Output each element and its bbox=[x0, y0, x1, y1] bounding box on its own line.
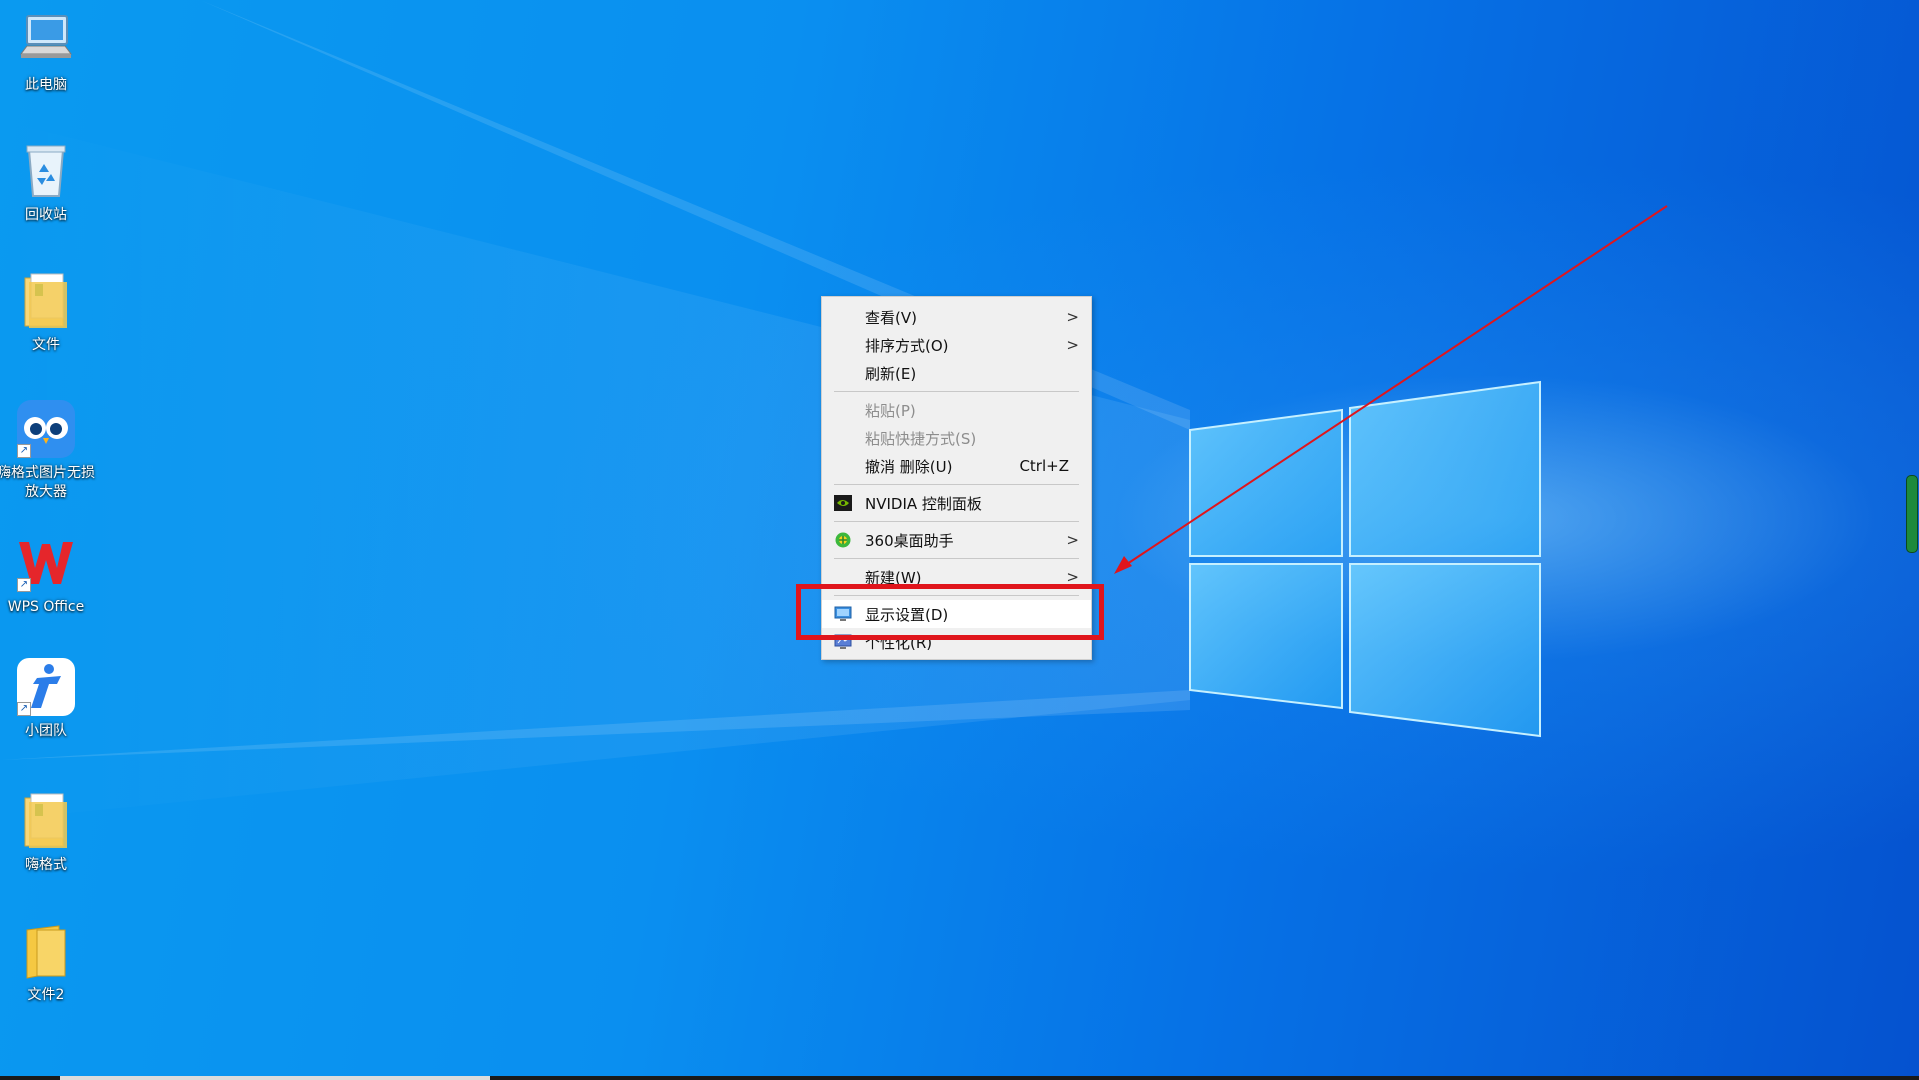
shortcut-arrow-icon: ↗ bbox=[17, 702, 31, 716]
desktop-icon-label: 文件 bbox=[32, 337, 60, 353]
menu-item-label: 360桌面助手 bbox=[865, 531, 954, 550]
menu-item-label: 撤消 删除(U) bbox=[865, 457, 953, 476]
menu-item-label: 粘贴快捷方式(S) bbox=[865, 429, 977, 448]
desktop-icon-label: 嗨格式图片无损放大器 bbox=[0, 465, 95, 500]
menu-item-sort[interactable]: 排序方式(O) > bbox=[822, 331, 1091, 359]
folder-icon bbox=[15, 790, 77, 852]
menu-item-nvidia-control-panel[interactable]: NVIDIA 控制面板 bbox=[822, 489, 1091, 517]
menu-item-paste[interactable]: 粘贴(P) bbox=[822, 396, 1091, 424]
360-icon bbox=[834, 532, 852, 548]
desktop-icon-folder-wenjian[interactable]: 文件 bbox=[0, 270, 92, 355]
shortcut-arrow-icon: ↗ bbox=[17, 578, 31, 592]
menu-item-view[interactable]: 查看(V) > bbox=[822, 303, 1091, 331]
wps-office-icon: ↗ bbox=[15, 532, 77, 594]
desktop-icon-wps-office[interactable]: ↗ WPS Office bbox=[0, 532, 92, 617]
desktop-icon-label: 文件2 bbox=[27, 987, 65, 1003]
menu-item-undo-delete[interactable]: 撤消 删除(U) Ctrl+Z bbox=[822, 452, 1091, 480]
folder-icon bbox=[15, 920, 77, 982]
menu-separator bbox=[834, 484, 1079, 485]
desktop-icon-label: 回收站 bbox=[25, 207, 67, 223]
shortcut-arrow-icon: ↗ bbox=[17, 444, 31, 458]
desktop-icon-folder-haigeshi[interactable]: 嗨格式 bbox=[0, 790, 92, 875]
team-app-icon: ↗ bbox=[15, 656, 77, 718]
menu-separator bbox=[834, 391, 1079, 392]
folder-icon bbox=[15, 270, 77, 332]
desktop-icon-team-app[interactable]: ↗ 小团队 bbox=[0, 656, 92, 741]
menu-item-label: 粘贴(P) bbox=[865, 401, 916, 420]
nvidia-icon bbox=[834, 495, 852, 511]
annotation-highlight-box bbox=[796, 584, 1104, 640]
desktop-icon-this-pc[interactable]: 此电脑 bbox=[0, 10, 92, 95]
desktop-icon-label: 此电脑 bbox=[25, 77, 67, 93]
recycle-bin-icon bbox=[15, 140, 77, 202]
menu-item-label: NVIDIA 控制面板 bbox=[865, 494, 982, 513]
chevron-right-icon: > bbox=[1066, 336, 1079, 354]
taskbar-edge bbox=[0, 1076, 1919, 1080]
edge-widget-handle[interactable] bbox=[1906, 475, 1918, 553]
menu-item-label: 排序方式(O) bbox=[865, 336, 949, 355]
menu-item-shortcut: Ctrl+Z bbox=[1019, 457, 1069, 475]
desktop-icon-label: 嗨格式 bbox=[25, 857, 67, 873]
menu-separator bbox=[834, 558, 1079, 559]
desktop-icon-label: WPS Office bbox=[7, 599, 85, 615]
owl-app-icon: ↗ bbox=[15, 398, 77, 460]
chevron-right-icon: > bbox=[1066, 531, 1079, 549]
menu-item-label: 查看(V) bbox=[865, 308, 917, 327]
desktop-icon-recycle-bin[interactable]: 回收站 bbox=[0, 140, 92, 225]
menu-item-label: 刷新(E) bbox=[865, 364, 917, 383]
computer-icon bbox=[15, 10, 77, 72]
menu-item-refresh[interactable]: 刷新(E) bbox=[822, 359, 1091, 387]
desktop-icon-folder-wenjian2[interactable]: 文件2 bbox=[0, 920, 92, 1005]
desktop-icon-label: 小团队 bbox=[25, 723, 67, 739]
menu-item-paste-shortcut[interactable]: 粘贴快捷方式(S) bbox=[822, 424, 1091, 452]
desktop-icon-owl-app[interactable]: ↗ 嗨格式图片无损放大器 bbox=[0, 398, 95, 502]
menu-separator bbox=[834, 521, 1079, 522]
chevron-right-icon: > bbox=[1066, 308, 1079, 326]
menu-item-360-desktop-helper[interactable]: 360桌面助手 > bbox=[822, 526, 1091, 554]
